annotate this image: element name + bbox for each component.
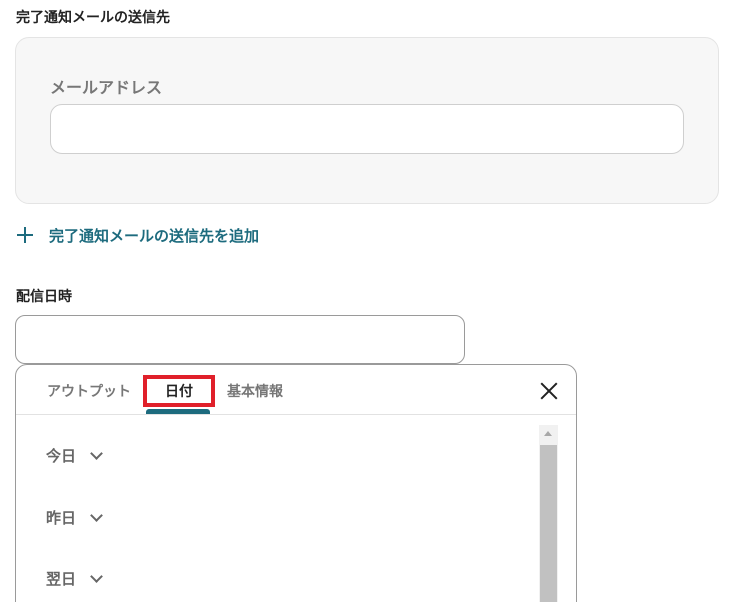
date-item-label: 翌日	[46, 570, 77, 588]
tab-bar: アウトプット 日付 基本情報	[16, 365, 576, 415]
scrollbar-thumb[interactable]	[540, 445, 557, 602]
tab-output[interactable]: アウトプット	[47, 381, 131, 401]
tab-basic-info[interactable]: 基本情報	[227, 381, 283, 401]
notify-section-title: 完了通知メールの送信先	[16, 10, 170, 26]
value-picker-popover: アウトプット 日付 基本情報 今日 昨日 翌日	[15, 364, 577, 602]
add-recipient-label: 完了通知メールの送信先を追加	[49, 226, 260, 245]
date-item-yesterday[interactable]: 昨日	[46, 507, 103, 528]
recipient-card: メールアドレス	[15, 37, 719, 204]
date-item-tomorrow[interactable]: 翌日	[46, 568, 103, 589]
add-recipient-button[interactable]: 完了通知メールの送信先を追加	[17, 223, 259, 247]
date-item-label: 昨日	[46, 509, 77, 527]
active-tab-indicator	[146, 409, 210, 414]
email-input[interactable]	[50, 104, 684, 154]
close-icon[interactable]	[540, 382, 558, 400]
chevron-down-icon	[90, 569, 103, 583]
date-item-today[interactable]: 今日	[46, 445, 103, 466]
date-item-label: 今日	[46, 447, 77, 465]
plus-icon	[17, 227, 33, 243]
delivery-datetime-title: 配信日時	[16, 289, 72, 305]
chevron-down-icon	[90, 446, 103, 460]
scroll-up-arrow-icon[interactable]	[544, 431, 552, 436]
tab-date[interactable]: 日付	[143, 375, 215, 407]
chevron-down-icon	[90, 508, 103, 522]
scrollbar[interactable]	[539, 425, 558, 602]
email-label: メールアドレス	[50, 78, 163, 97]
delivery-datetime-input[interactable]	[15, 315, 465, 364]
